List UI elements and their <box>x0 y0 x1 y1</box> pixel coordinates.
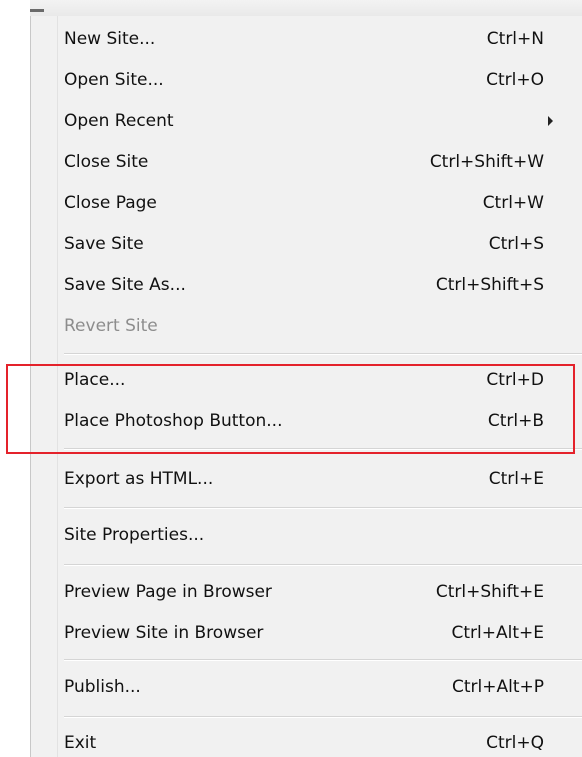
menu-item-shortcut: Ctrl+D <box>486 369 544 390</box>
menu-item-label: Preview Page in Browser <box>64 581 272 602</box>
menu-item-shortcut: Ctrl+O <box>486 69 544 90</box>
menu-item-label: Place Photoshop Button... <box>64 410 283 431</box>
menu-item-label: Revert Site <box>64 315 158 336</box>
menu-item-label: Exit <box>64 732 97 753</box>
menu-bar-notch <box>30 9 44 12</box>
menu-bar-edge <box>30 0 582 17</box>
menu-item-preview-page[interactable]: Preview Page in Browser Ctrl+Shift+E <box>31 571 582 612</box>
menu-item-close-page[interactable]: Close Page Ctrl+W <box>31 182 582 223</box>
menu-item-export-html[interactable]: Export as HTML... Ctrl+E <box>31 458 582 499</box>
menu-item-preview-site[interactable]: Preview Site in Browser Ctrl+Alt+E <box>31 612 582 653</box>
menu-item-label: Place... <box>64 369 126 390</box>
menu-item-open-recent[interactable]: Open Recent <box>31 100 582 141</box>
menu-item-shortcut: Ctrl+B <box>487 410 544 431</box>
menu-item-shortcut: Ctrl+S <box>488 233 544 254</box>
menu-item-shortcut: Ctrl+W <box>482 192 544 213</box>
menu-separator <box>64 507 582 509</box>
menu-item-save-site[interactable]: Save Site Ctrl+S <box>31 223 582 264</box>
menu-separator <box>64 564 582 566</box>
menu-item-label: Close Site <box>64 151 149 172</box>
menu-item-revert-site: Revert Site <box>31 305 582 346</box>
menu-item-shortcut: Ctrl+Shift+W <box>429 151 544 172</box>
menu-item-label: Close Page <box>64 192 157 213</box>
menu-item-close-site[interactable]: Close Site Ctrl+Shift+W <box>31 141 582 182</box>
menu-separator <box>64 716 582 718</box>
menu-item-label: New Site... <box>64 28 156 49</box>
menu-item-shortcut: Ctrl+Shift+S <box>435 274 544 295</box>
menu-item-publish[interactable]: Publish... Ctrl+Alt+P <box>31 666 582 707</box>
chevron-right-icon <box>548 115 553 126</box>
menu-item-label: Preview Site in Browser <box>64 622 264 643</box>
menu-item-shortcut: Ctrl+Shift+E <box>435 581 544 602</box>
menu-item-shortcut: Ctrl+E <box>488 468 544 489</box>
menu-item-place-photoshop-button[interactable]: Place Photoshop Button... Ctrl+B <box>31 400 582 441</box>
menu-item-shortcut: Ctrl+N <box>486 28 544 49</box>
menu-item-label: Save Site <box>64 233 144 254</box>
menu-item-exit[interactable]: Exit Ctrl+Q <box>31 722 582 757</box>
file-menu: New Site... Ctrl+N Open Site... Ctrl+O O… <box>30 16 582 757</box>
menu-item-label: Open Site... <box>64 69 164 90</box>
menu-item-label: Open Recent <box>64 110 174 131</box>
menu-item-label: Site Properties... <box>64 524 205 545</box>
menu-separator <box>64 659 582 661</box>
menu-separator <box>64 448 582 450</box>
menu-item-label: Publish... <box>64 676 141 697</box>
menu-item-label: Save Site As... <box>64 274 186 295</box>
menu-item-save-site-as[interactable]: Save Site As... Ctrl+Shift+S <box>31 264 582 305</box>
menu-item-new-site[interactable]: New Site... Ctrl+N <box>31 18 582 59</box>
menu-item-shortcut: Ctrl+Alt+E <box>451 622 545 643</box>
menu-item-shortcut: Ctrl+Q <box>486 732 544 753</box>
menu-item-label: Export as HTML... <box>64 468 214 489</box>
menu-separator <box>64 353 582 355</box>
menu-item-shortcut: Ctrl+Alt+P <box>451 676 544 697</box>
menu-item-place[interactable]: Place... Ctrl+D <box>31 359 582 400</box>
screenshot-stage: New Site... Ctrl+N Open Site... Ctrl+O O… <box>0 0 582 757</box>
menu-item-site-properties[interactable]: Site Properties... <box>31 514 582 555</box>
menu-item-open-site[interactable]: Open Site... Ctrl+O <box>31 59 582 100</box>
